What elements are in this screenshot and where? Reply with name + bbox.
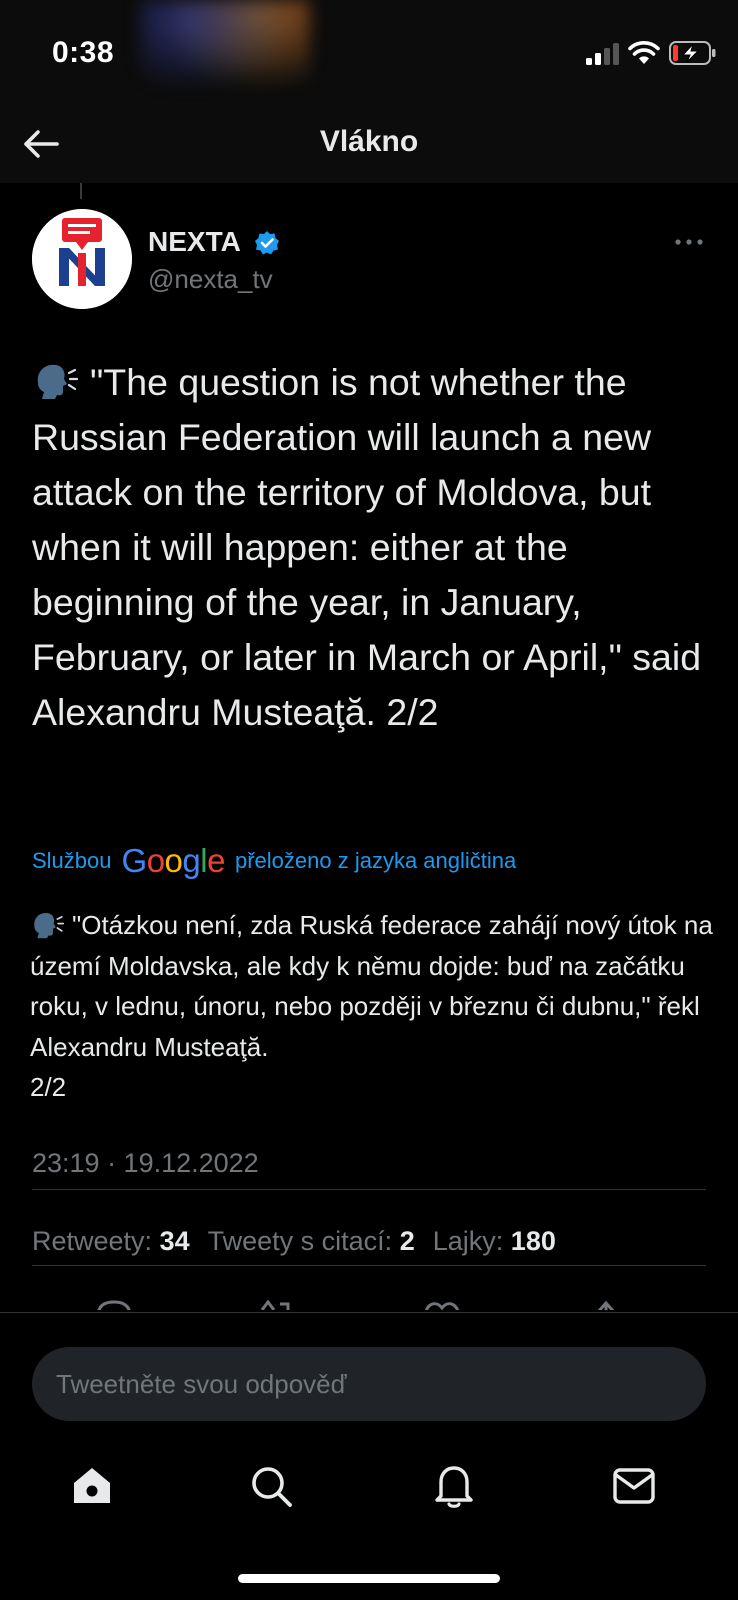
page-title: Vlákno xyxy=(319,125,419,158)
tweet-actions-row xyxy=(0,1300,738,1310)
tab-search[interactable] xyxy=(247,1462,295,1510)
wifi-icon xyxy=(628,41,660,64)
nexta-logo-icon xyxy=(32,209,132,309)
notifications-icon xyxy=(435,1466,473,1508)
messages-icon xyxy=(613,1468,655,1504)
home-indicator xyxy=(238,1574,500,1583)
tab-messages[interactable] xyxy=(610,1462,658,1510)
more-dots-icon xyxy=(675,239,703,245)
tweet-text-content: "The question is not whether the Russian… xyxy=(32,361,702,733)
author-handle[interactable]: @nexta_tv xyxy=(148,264,273,295)
avatar[interactable] xyxy=(32,209,132,309)
divider xyxy=(32,1265,706,1266)
translation-prefix: Službou xyxy=(32,848,112,873)
status-bar: 0:38 xyxy=(0,0,738,105)
cellular-signal-icon xyxy=(586,43,619,65)
like-icon[interactable] xyxy=(422,1300,462,1310)
tweet-text: "The question is not whether the Russian… xyxy=(32,355,722,740)
translated-text: "Otázkou není, zda Ruská federace zahájí… xyxy=(30,905,720,1108)
speaking-head-emoji-icon xyxy=(37,364,78,399)
retweet-icon[interactable] xyxy=(254,1300,294,1310)
tab-notifications[interactable] xyxy=(430,1462,478,1510)
google-logo: Google xyxy=(121,842,226,879)
retweets-stat[interactable]: Retweety: 34 xyxy=(32,1226,190,1257)
thread-connector-line xyxy=(80,183,82,199)
author-name[interactable]: NEXTA xyxy=(148,226,241,258)
translated-text-content: "Otázkou není, zda Ruská federace zahájí… xyxy=(30,910,713,1102)
tweet-timestamp: 23:19 · 19.12.2022 xyxy=(32,1148,259,1178)
reply-composer-area xyxy=(0,1312,738,1600)
battery-charging-icon xyxy=(669,41,716,65)
home-icon xyxy=(74,1468,110,1503)
translation-note[interactable]: Službou Google přeloženo z jazyka anglič… xyxy=(32,842,516,880)
status-time: 0:38 xyxy=(52,36,115,69)
divider xyxy=(32,1189,706,1190)
more-options-button[interactable] xyxy=(672,229,706,255)
quotes-stat[interactable]: Tweety s citací: 2 xyxy=(208,1226,415,1257)
navigation-bar: Vlákno xyxy=(0,105,738,183)
verified-badge-icon xyxy=(255,231,279,255)
tab-home[interactable] xyxy=(68,1462,116,1510)
search-icon xyxy=(252,1467,292,1507)
likes-stat[interactable]: Lajky: 180 xyxy=(433,1226,556,1257)
blurred-header-art xyxy=(140,0,310,105)
share-icon[interactable] xyxy=(586,1300,626,1310)
speaking-head-emoji-icon xyxy=(34,912,64,939)
reply-icon[interactable] xyxy=(94,1300,134,1310)
reply-input[interactable] xyxy=(32,1347,706,1421)
tweet-stats: Retweety: 34 Tweety s citací: 2 Lajky: 1… xyxy=(32,1226,556,1257)
translation-suffix: přeloženo z jazyka angličtina xyxy=(234,848,517,873)
